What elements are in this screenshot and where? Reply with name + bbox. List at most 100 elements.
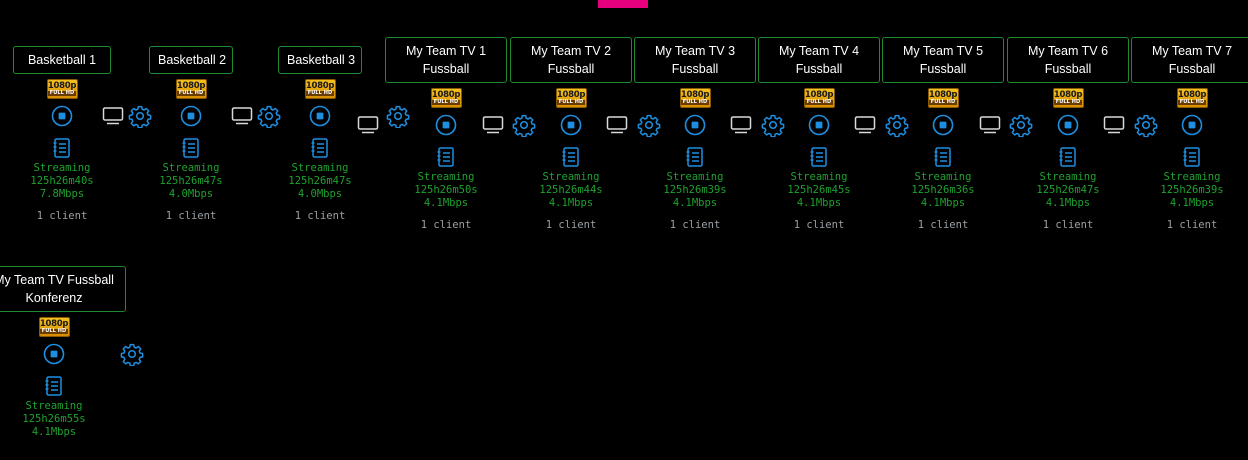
badge-label: FULL HD — [556, 99, 586, 106]
client-count: 1 client — [1166, 219, 1218, 232]
log-notepad-icon[interactable] — [308, 136, 332, 160]
monitor-icon[interactable] — [1102, 113, 1126, 137]
monitor-icon[interactable] — [729, 113, 753, 137]
channel-title-button[interactable]: Basketball 2 — [149, 46, 233, 74]
stream-status: Streaming 125h26m44s 4.1Mbps — [539, 171, 602, 209]
log-notepad-icon[interactable] — [179, 136, 203, 160]
channel-title-line2: Fussball — [1168, 62, 1216, 76]
stream-status: Streaming 125h26m39s 4.1Mbps — [1160, 171, 1223, 209]
log-notepad-icon[interactable] — [931, 145, 955, 169]
channel-title-button[interactable]: My Team TV Fussball Konferenz — [0, 266, 126, 312]
badge-resolution: 1080p — [39, 318, 69, 329]
uptime-text: 125h26m47s — [159, 174, 223, 187]
stop-circle-icon[interactable] — [931, 113, 955, 137]
log-notepad-icon[interactable] — [42, 374, 66, 398]
channel-card: My Team TV Fussball Konferenz 1080p FULL HD… — [0, 266, 144, 438]
monitor-icon[interactable] — [853, 113, 877, 137]
uptime-text: 125h26m55s — [22, 412, 86, 425]
full-hd-1080p-badge: 1080p FULL HD — [304, 79, 336, 99]
stream-status: Streaming 125h26m40s 7.8Mbps — [30, 162, 93, 200]
badge-label: FULL HD — [305, 90, 335, 97]
log-notepad-icon[interactable] — [434, 145, 458, 169]
channel-controls — [0, 341, 144, 367]
badge-label: FULL HD — [928, 99, 958, 106]
badge-resolution: 1080p — [556, 89, 586, 100]
badge-label: FULL HD — [47, 90, 77, 97]
client-count: 1 client — [36, 210, 88, 223]
uptime-text: 125h26m45s — [787, 183, 851, 196]
log-notepad-icon[interactable] — [1180, 145, 1204, 169]
channel-card: My Team TV 7 Fussball 1080p FULL HD Streamin… — [1102, 37, 1248, 231]
full-hd-1080p-badge: 1080p FULL HD — [430, 88, 462, 108]
client-count: 1 client — [669, 219, 721, 232]
log-notepad-icon[interactable] — [559, 145, 583, 169]
client-count: 1 client — [917, 219, 969, 232]
stop-circle-icon[interactable] — [807, 113, 831, 137]
stream-status: Streaming 125h26m50s 4.1Mbps — [414, 171, 477, 209]
channel-title-line1: My Team TV 6 — [1027, 44, 1109, 58]
status-text: Streaming — [33, 162, 91, 174]
stop-circle-icon[interactable] — [434, 113, 458, 137]
badge-resolution: 1080p — [431, 89, 461, 100]
monitor-icon[interactable] — [356, 113, 380, 137]
stream-status: Streaming 125h26m47s 4.1Mbps — [1036, 171, 1099, 209]
bitrate-text: 4.1Mbps — [31, 425, 77, 438]
badge-resolution: 1080p — [305, 80, 335, 91]
full-hd-1080p-badge: 1080p FULL HD — [38, 317, 70, 337]
log-notepad-icon[interactable] — [50, 136, 74, 160]
monitor-icon[interactable] — [605, 113, 629, 137]
stop-circle-icon[interactable] — [42, 342, 66, 366]
stop-circle-icon[interactable] — [559, 113, 583, 137]
bitrate-text: 4.1Mbps — [1169, 196, 1215, 209]
channel-title-line1: My Team TV 7 — [1151, 44, 1233, 58]
uptime-text: 125h26m44s — [539, 183, 603, 196]
channel-title-line1: Basketball 3 — [287, 53, 356, 67]
badge-label: FULL HD — [39, 328, 69, 335]
client-count: 1 client — [545, 219, 597, 232]
log-notepad-icon[interactable] — [683, 145, 707, 169]
status-text: Streaming — [1039, 171, 1097, 183]
channel-title-button[interactable]: Basketball 3 — [278, 46, 362, 74]
uptime-text: 125h26m40s — [30, 174, 94, 187]
stop-circle-icon[interactable] — [50, 104, 74, 128]
log-notepad-icon[interactable] — [807, 145, 831, 169]
badge-resolution: 1080p — [928, 89, 958, 100]
stop-circle-icon[interactable] — [179, 104, 203, 128]
gear-icon[interactable] — [120, 342, 144, 367]
full-hd-1080p-badge: 1080p FULL HD — [555, 88, 587, 108]
badge-label: FULL HD — [1177, 99, 1207, 106]
stop-circle-icon[interactable] — [1056, 113, 1080, 137]
uptime-text: 125h26m36s — [911, 183, 975, 196]
status-text: Streaming — [417, 171, 475, 183]
badge-label: FULL HD — [176, 90, 206, 97]
channel-title-line1: Basketball 2 — [158, 53, 227, 67]
full-hd-1080p-badge: 1080p FULL HD — [46, 79, 78, 99]
status-text: Streaming — [1163, 171, 1221, 183]
stream-status: Streaming 125h26m45s 4.1Mbps — [787, 171, 850, 209]
monitor-icon[interactable] — [230, 104, 254, 128]
bitrate-text: 4.1Mbps — [796, 196, 842, 209]
channel-title-line1: My Team TV Fussball — [0, 273, 114, 287]
channel-title-line1: My Team TV 2 — [530, 44, 612, 58]
channel-title-button[interactable]: Basketball 1 — [13, 46, 111, 74]
full-hd-1080p-badge: 1080p FULL HD — [803, 88, 835, 108]
stop-circle-icon[interactable] — [1180, 113, 1204, 137]
channel-title-line2: Konferenz — [25, 291, 83, 305]
bitrate-text: 4.1Mbps — [423, 196, 469, 209]
uptime-text: 125h26m47s — [1036, 183, 1100, 196]
status-text: Streaming — [25, 400, 83, 412]
badge-resolution: 1080p — [680, 89, 710, 100]
log-notepad-icon[interactable] — [1056, 145, 1080, 169]
client-count: 1 client — [294, 210, 346, 223]
monitor-icon[interactable] — [101, 104, 125, 128]
monitor-icon[interactable] — [978, 113, 1002, 137]
stop-circle-icon[interactable] — [308, 104, 332, 128]
channel-title-button[interactable]: My Team TV 7 Fussball — [1131, 37, 1248, 83]
monitor-icon[interactable] — [481, 113, 505, 137]
uptime-text: 125h26m39s — [1160, 183, 1224, 196]
status-text: Streaming — [914, 171, 972, 183]
client-count: 1 client — [793, 219, 845, 232]
bitrate-text: 4.0Mbps — [168, 187, 214, 200]
stop-circle-icon[interactable] — [683, 113, 707, 137]
badge-resolution: 1080p — [804, 89, 834, 100]
